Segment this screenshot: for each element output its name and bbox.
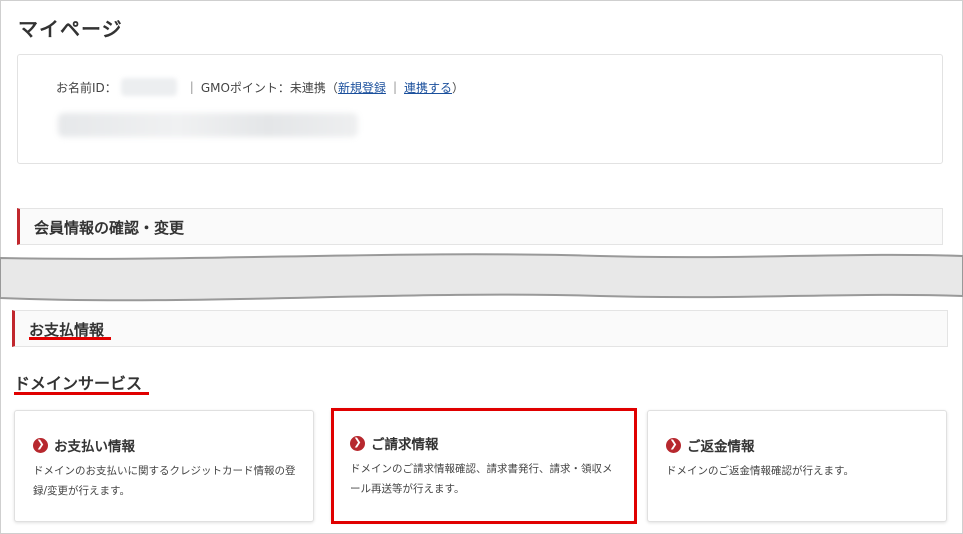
refund-card-title: ❯ ご返金情報 xyxy=(666,435,755,455)
page-title: マイページ xyxy=(18,17,123,41)
gmo-points-label: GMOポイント：未連携（ xyxy=(200,80,338,95)
account-info-line: お名前ID： | GMOポイント：未連携（ 新規登録 | 連携する ） xyxy=(56,78,464,96)
link-account-link[interactable]: 連携する xyxy=(404,79,452,96)
member-info-section-header[interactable]: 会員情報の確認・変更 xyxy=(17,208,943,245)
member-info-section-title: 会員情報の確認・変更 xyxy=(34,219,185,237)
chevron-right-circle-icon: ❯ xyxy=(666,437,681,453)
page-break-wave xyxy=(0,253,963,302)
chevron-right-circle-icon: ❯ xyxy=(33,437,48,453)
account-info-box: お名前ID： | GMOポイント：未連携（ 新規登録 | 連携する ） xyxy=(17,54,943,164)
billing-card-title-text: ご請求情報 xyxy=(371,437,439,453)
member-id-value-blurred xyxy=(120,78,177,96)
divider: | xyxy=(392,80,397,94)
payment-card-title: ❯ お支払い情報 xyxy=(33,435,135,455)
domain-service-underline xyxy=(14,392,149,395)
refund-card[interactable]: ❯ ご返金情報 ドメインのご返金情報確認が行えます。 xyxy=(647,410,947,522)
billing-card-description: ドメインのご請求情報確認、請求書発行、請求・領収メール再送等が行えます。 xyxy=(350,463,613,495)
payment-card-title-text: お支払い情報 xyxy=(54,439,135,455)
billing-card-title: ❯ ご請求情報 xyxy=(350,433,439,453)
payment-info-section-header[interactable]: お支払情報 xyxy=(12,310,948,347)
payment-card[interactable]: ❯ お支払い情報 ドメインのお支払いに関するクレジットカード情報の登録/変更が行… xyxy=(14,410,314,522)
refund-card-title-text: ご返金情報 xyxy=(687,439,755,455)
billing-card[interactable]: ❯ ご請求情報 ドメインのご請求情報確認、請求書発行、請求・領収メール再送等が行… xyxy=(331,408,635,522)
member-name-blurred xyxy=(58,113,358,137)
chevron-right-circle-icon: ❯ xyxy=(350,435,365,451)
member-id-label: お名前ID： xyxy=(56,80,117,95)
register-link[interactable]: 新規登録 xyxy=(338,79,386,96)
divider: | xyxy=(189,80,194,94)
payment-card-description: ドメインのお支払いに関するクレジットカード情報の登録/変更が行えます。 xyxy=(33,465,296,497)
domain-service-heading: ドメインサービス xyxy=(14,374,143,393)
points-close-paren: ） xyxy=(452,80,465,95)
payment-info-underline xyxy=(29,337,111,340)
refund-card-description: ドメインのご返金情報確認が行えます。 xyxy=(666,465,854,477)
